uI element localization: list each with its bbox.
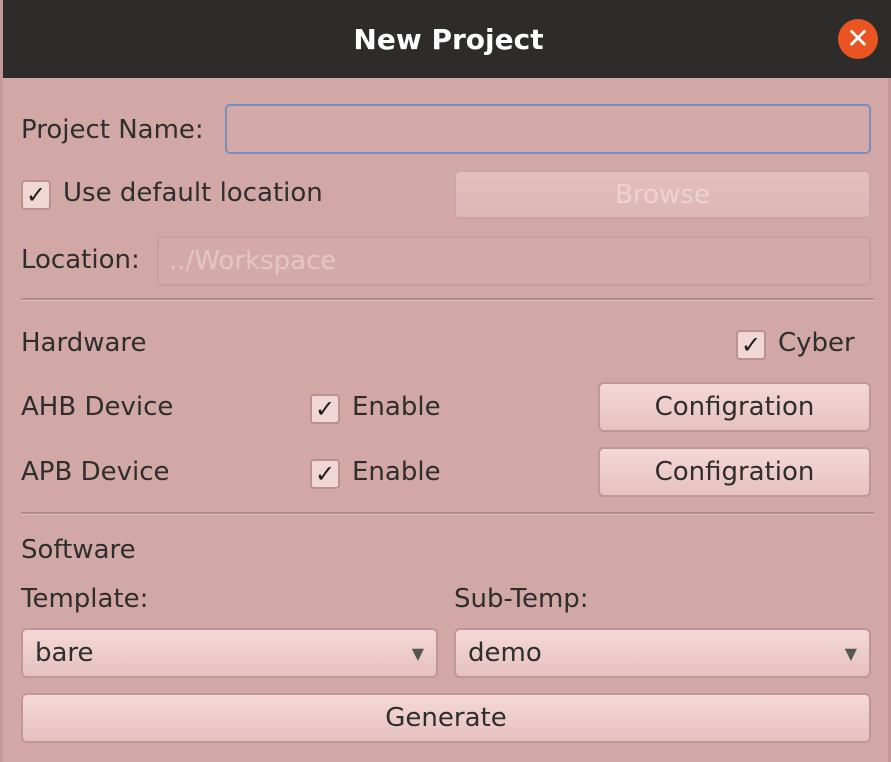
template-select[interactable]: bare ▼ bbox=[21, 628, 438, 678]
apb-device-label: APB Device bbox=[21, 457, 170, 487]
check-icon: ✓ bbox=[25, 181, 47, 209]
ahb-configuration-button[interactable]: Configration bbox=[598, 382, 871, 432]
title-bar: New Project ✕ bbox=[3, 0, 891, 78]
ahb-enable-checkbox[interactable]: ✓ bbox=[310, 394, 340, 424]
check-icon: ✓ bbox=[314, 460, 336, 488]
project-name-label: Project Name: bbox=[21, 115, 204, 145]
subtemp-selected-value: demo bbox=[468, 638, 542, 668]
dialog-title: New Project bbox=[353, 22, 544, 56]
project-name-input[interactable] bbox=[225, 104, 871, 154]
chevron-down-icon: ▼ bbox=[411, 643, 424, 663]
close-icon: ✕ bbox=[846, 22, 870, 55]
separator bbox=[21, 298, 874, 301]
new-project-dialog: New Project ✕ Project Name: ✓ Use defaul… bbox=[0, 0, 891, 762]
location-label: Location: bbox=[21, 245, 140, 275]
subtemp-select[interactable]: demo ▼ bbox=[454, 628, 871, 678]
browse-button[interactable]: Browse bbox=[454, 170, 871, 219]
use-default-location-checkbox[interactable]: ✓ bbox=[21, 180, 51, 210]
ahb-device-label: AHB Device bbox=[21, 392, 174, 422]
close-button[interactable]: ✕ bbox=[838, 19, 878, 59]
generate-button[interactable]: Generate bbox=[21, 693, 871, 743]
cyber-checkbox[interactable]: ✓ bbox=[736, 330, 766, 360]
subtemp-label: Sub-Temp: bbox=[454, 584, 589, 614]
check-icon: ✓ bbox=[740, 331, 762, 359]
software-section-label: Software bbox=[21, 535, 136, 565]
template-label: Template: bbox=[21, 584, 149, 614]
template-selected-value: bare bbox=[35, 638, 94, 668]
hardware-section-label: Hardware bbox=[21, 328, 147, 358]
cyber-label: Cyber bbox=[778, 328, 855, 358]
chevron-down-icon: ▼ bbox=[844, 643, 857, 663]
apb-enable-checkbox[interactable]: ✓ bbox=[310, 459, 340, 489]
check-icon: ✓ bbox=[314, 395, 336, 423]
apb-enable-label: Enable bbox=[352, 457, 441, 487]
location-input[interactable]: ../Workspace bbox=[157, 236, 871, 286]
ahb-enable-label: Enable bbox=[352, 392, 441, 422]
separator bbox=[21, 512, 874, 515]
use-default-location-label: Use default location bbox=[63, 178, 323, 208]
apb-configuration-button[interactable]: Configration bbox=[598, 447, 871, 497]
